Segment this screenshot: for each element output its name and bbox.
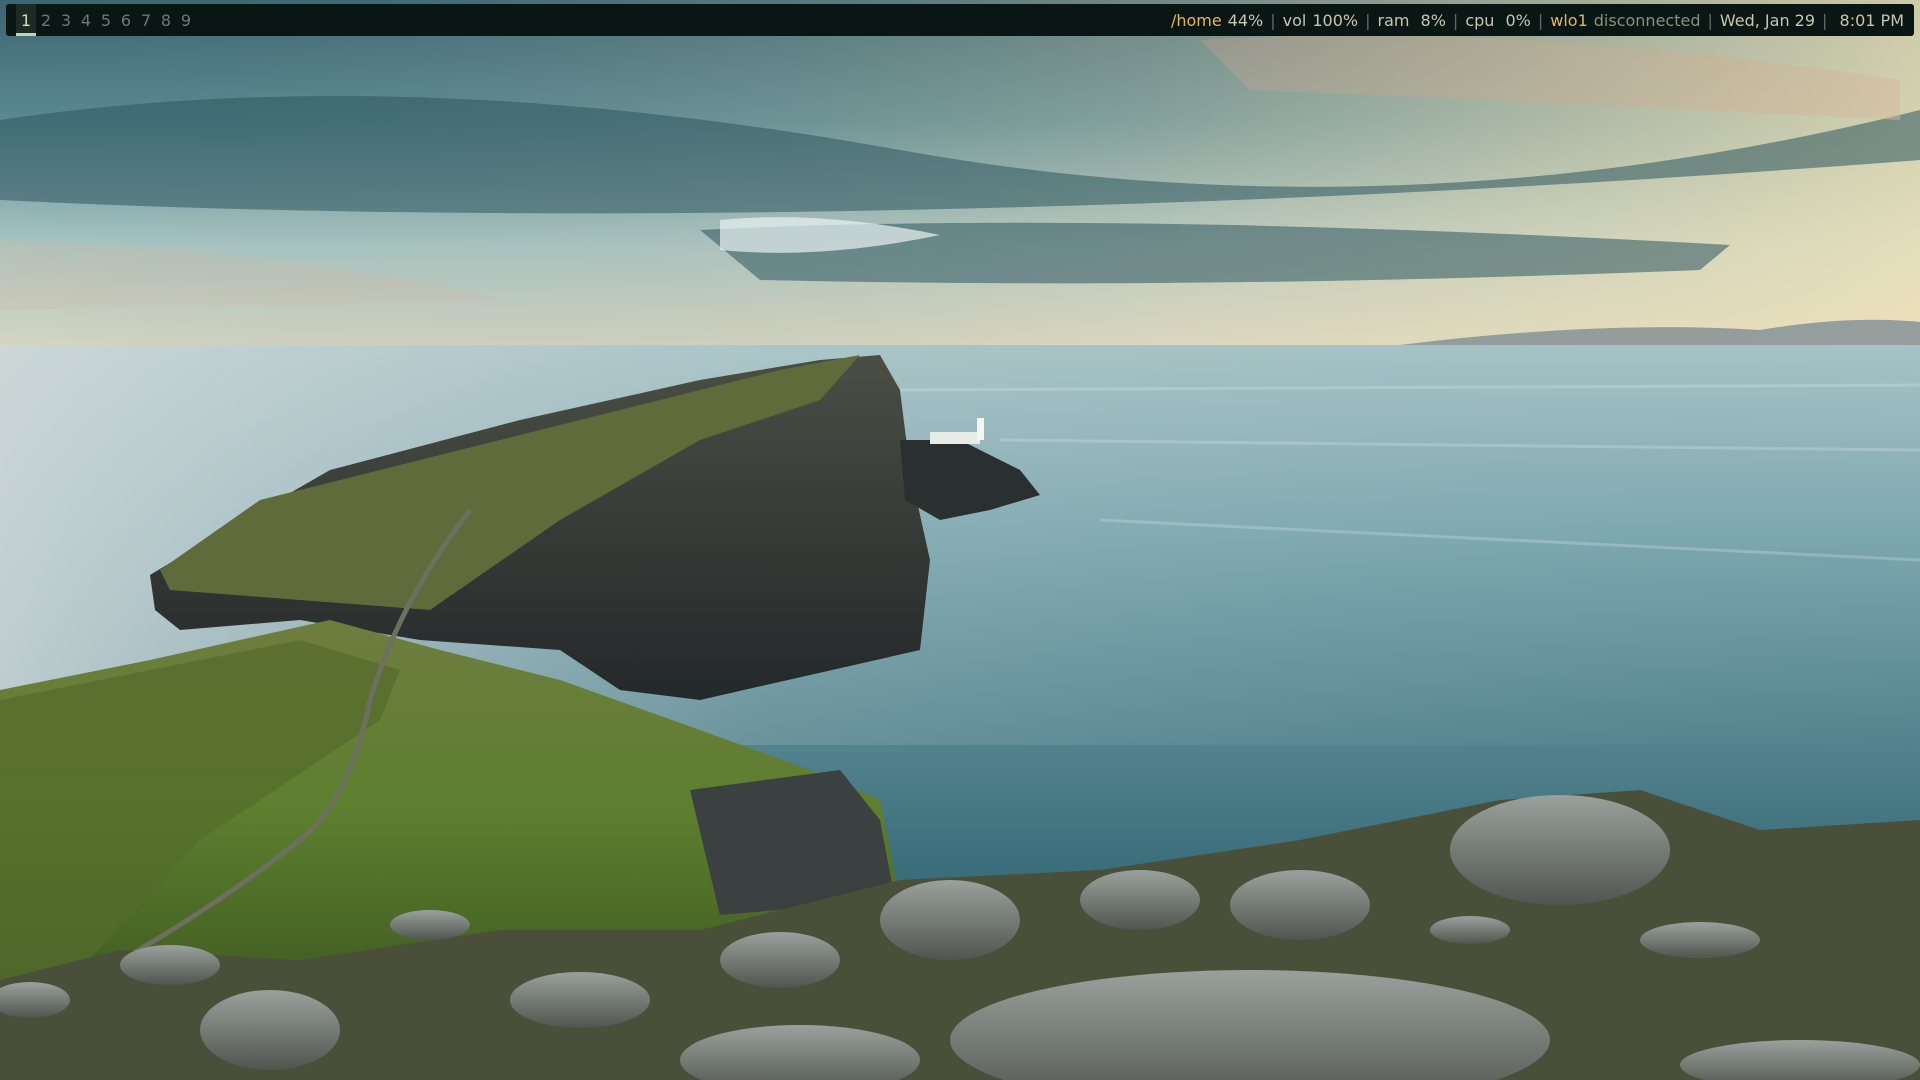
workspace-1[interactable]: 1: [16, 4, 36, 36]
desktop: 1 2 3 4 5 6 7 8 9 /home 44% | vol 100% |…: [0, 0, 1920, 1080]
separator: |: [1452, 10, 1459, 30]
workspace-3[interactable]: 3: [56, 4, 76, 36]
workspace-6[interactable]: 6: [116, 4, 136, 36]
volume-indicator: vol 100%: [1283, 11, 1358, 30]
wallpaper-image: [0, 0, 1920, 1080]
separator: |: [1365, 10, 1371, 30]
network-state: disconnected: [1593, 10, 1701, 30]
separator: |: [1270, 10, 1276, 30]
workspace-switcher: 1 2 3 4 5 6 7 8 9: [16, 4, 196, 36]
workspace-2[interactable]: 2: [36, 4, 56, 36]
cpu-value: 0%: [1500, 10, 1531, 30]
ram-indicator: ram 8%: [1377, 11, 1445, 30]
workspace-7[interactable]: 7: [136, 4, 156, 36]
disk-indicator: /home 44%: [1171, 11, 1263, 30]
date-display: Wed, Jan 29: [1719, 10, 1816, 30]
disk-label: /home: [1170, 10, 1222, 30]
cpu-indicator: cpu 0%: [1465, 11, 1531, 30]
disk-value: 44%: [1227, 10, 1264, 30]
ram-label: ram: [1377, 10, 1410, 30]
network-indicator: wlo1 disconnected: [1550, 11, 1700, 30]
workspace-8[interactable]: 8: [156, 4, 176, 36]
volume-value: 100%: [1312, 10, 1359, 30]
separator: |: [1537, 10, 1544, 30]
network-interface: wlo1: [1550, 10, 1588, 30]
clock: 8:01 PM: [1834, 10, 1904, 30]
separator: |: [1822, 10, 1828, 30]
volume-label: vol: [1282, 10, 1307, 30]
workspace-4[interactable]: 4: [76, 4, 96, 36]
separator: |: [1707, 10, 1713, 30]
status-bar: 1 2 3 4 5 6 7 8 9 /home 44% | vol 100% |…: [6, 4, 1914, 36]
cpu-label: cpu: [1465, 10, 1495, 30]
workspace-9[interactable]: 9: [176, 4, 196, 36]
ram-value: 8%: [1415, 10, 1446, 30]
workspace-5[interactable]: 5: [96, 4, 116, 36]
status-indicators: /home 44% | vol 100% | ram 8% | cpu 0% |…: [1171, 4, 1904, 36]
